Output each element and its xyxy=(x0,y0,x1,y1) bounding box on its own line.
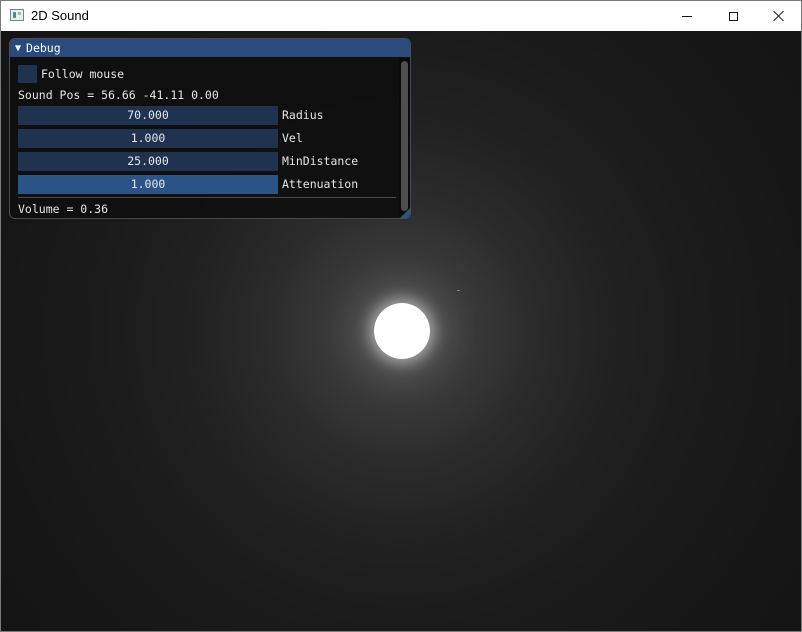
sound-pos-row: Sound Pos = 56.66 -41.11 0.00 xyxy=(18,86,219,104)
sound-source[interactable] xyxy=(374,303,430,359)
vel-value: 1.000 xyxy=(130,131,166,145)
app-window: 2D Sound ▼ Debug Follow mouse Sound Pos … xyxy=(0,0,802,632)
close-icon xyxy=(773,10,785,22)
mindistance-label: MinDistance xyxy=(282,154,359,168)
mindistance-value: 25.000 xyxy=(127,154,169,168)
maximize-icon xyxy=(728,11,738,21)
slider-row-attenuation: 1.000 Attenuation xyxy=(18,174,359,194)
resize-grip[interactable] xyxy=(400,208,410,218)
attenuation-label: Attenuation xyxy=(282,177,359,191)
attenuation-value: 1.000 xyxy=(130,177,166,191)
window-title: 2D Sound xyxy=(31,8,89,23)
radius-value: 70.000 xyxy=(127,108,169,122)
minimize-button[interactable] xyxy=(664,1,710,31)
volume-row: Volume = 0.36 xyxy=(18,200,108,218)
collapse-triangle-icon[interactable]: ▼ xyxy=(15,43,21,54)
debug-scrollbar-thumb[interactable] xyxy=(401,61,408,211)
sound-pos-text: Sound Pos = 56.66 -41.11 0.00 xyxy=(18,88,219,102)
maximize-button[interactable] xyxy=(710,1,756,31)
debug-window[interactable]: ▼ Debug Follow mouse Sound Pos = 56.66 -… xyxy=(9,38,411,219)
slider-row-vel: 1.000 Vel xyxy=(18,128,303,148)
follow-mouse-row: Follow mouse xyxy=(18,65,124,83)
listener-marker xyxy=(457,290,460,291)
mindistance-slider[interactable]: 25.000 xyxy=(18,151,278,171)
follow-mouse-label[interactable]: Follow mouse xyxy=(41,67,124,81)
slider-row-mindistance: 25.000 MinDistance xyxy=(18,151,359,171)
minimize-icon xyxy=(682,15,692,17)
vel-slider[interactable]: 1.000 xyxy=(18,128,278,148)
attenuation-slider[interactable]: 1.000 xyxy=(18,174,278,194)
close-button[interactable] xyxy=(756,1,802,31)
radius-slider[interactable]: 70.000 xyxy=(18,105,278,125)
vel-label: Vel xyxy=(282,131,303,145)
debug-title: Debug xyxy=(26,41,61,55)
slider-row-radius: 70.000 Radius xyxy=(18,105,324,125)
radius-label: Radius xyxy=(282,108,324,122)
separator xyxy=(18,197,396,198)
title-bar[interactable]: 2D Sound xyxy=(1,1,801,31)
follow-mouse-checkbox[interactable] xyxy=(18,65,37,83)
debug-title-bar[interactable]: ▼ Debug xyxy=(10,39,410,57)
volume-text: Volume = 0.36 xyxy=(18,202,109,216)
app-icon[interactable] xyxy=(10,9,24,21)
